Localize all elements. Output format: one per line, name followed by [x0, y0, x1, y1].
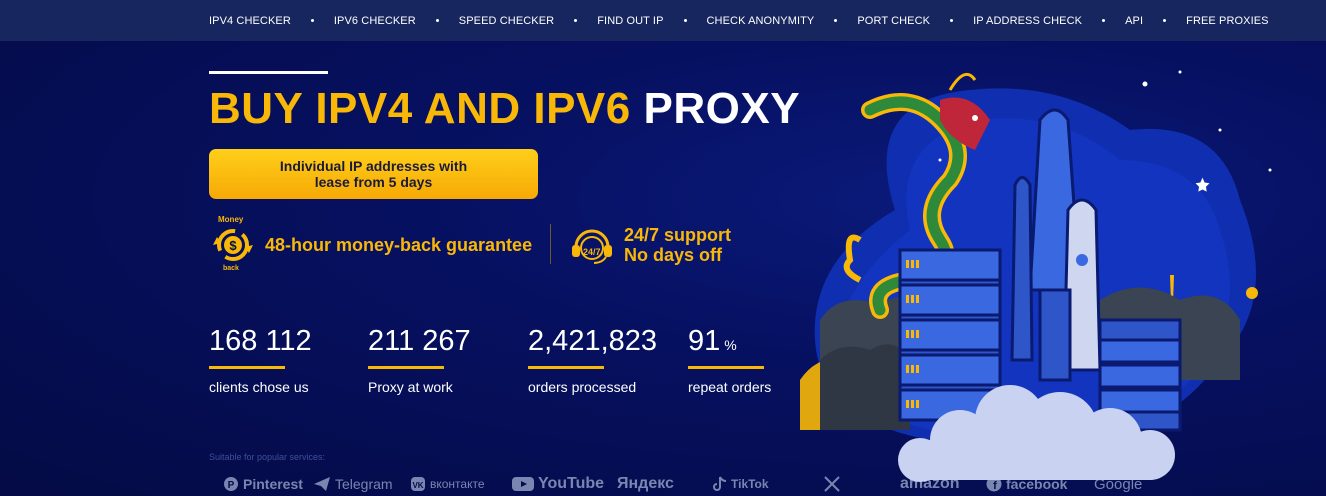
support-feature: 24/7 24/7 support No days off — [568, 222, 731, 267]
nav-separator — [310, 19, 314, 22]
title-accent-bar — [209, 71, 328, 74]
nav-speed-checker[interactable]: SPEED CHECKER — [459, 15, 554, 27]
stat-bar — [688, 366, 764, 369]
svg-text:$: $ — [229, 238, 237, 253]
stat-bar — [209, 366, 285, 369]
feature-divider — [550, 224, 551, 264]
page: IPV4 CHECKER IPV6 CHECKER SPEED CHECKER … — [0, 0, 1326, 496]
stat-orders: 2,421,823 orders processed — [528, 325, 661, 395]
stat-number: 91 — [688, 325, 721, 357]
stat-label: Proxy at work — [368, 379, 453, 395]
services-caption: Suitable for popular services: — [209, 452, 326, 462]
service-yandex: Яндекс — [617, 475, 713, 493]
service-youtube: YouTube — [512, 475, 617, 493]
service-label: вконтакте — [430, 477, 485, 491]
svg-text:VK: VK — [412, 481, 423, 490]
service-label: Яндекс — [617, 475, 674, 492]
money-badge-bottom-text: back — [223, 265, 239, 272]
service-label: YouTube — [538, 475, 605, 492]
stat-label: orders processed — [528, 379, 637, 395]
stat-label: repeat orders — [688, 379, 772, 395]
nav-check-anonymity[interactable]: CHECK ANONYMITY — [707, 15, 815, 27]
title-white-part: PROXY — [643, 84, 801, 133]
money-back-text: 48-hour money-back guarantee — [265, 234, 533, 255]
support-headset-icon: 24/7 — [568, 225, 616, 265]
support-line-1: 24/7 support — [624, 224, 732, 245]
support-text: 24/7 support No days off — [624, 225, 731, 265]
nav-ipv4-checker[interactable]: IPV4 CHECKER — [209, 15, 291, 27]
service-label: TikTok — [731, 477, 769, 491]
service-vk: VK вконтакте — [410, 476, 512, 492]
individual-ip-button[interactable]: Individual IP addresses with lease from … — [209, 149, 538, 199]
stat-value: 91% — [688, 325, 771, 358]
service-telegram: Telegram — [313, 476, 410, 492]
stat-value: 2,421,823 — [528, 325, 661, 358]
nav-separator — [834, 19, 838, 22]
nav-separator — [683, 19, 687, 22]
top-nav: IPV4 CHECKER IPV6 CHECKER SPEED CHECKER … — [0, 0, 1326, 41]
service-pinterest: P Pinterest — [223, 476, 313, 492]
support-badge-text: 24/7 — [583, 246, 601, 257]
nav-find-out-ip[interactable]: FIND OUT IP — [597, 15, 663, 27]
stat-unit: % — [724, 337, 737, 353]
nav-separator — [1163, 19, 1167, 22]
money-badge-top-text: Money — [218, 215, 244, 224]
stat-proxy: 211 267 Proxy at work — [368, 325, 475, 395]
stat-number: 2,421,823 — [528, 325, 658, 357]
nav-separator — [435, 19, 439, 22]
nav-api[interactable]: API — [1125, 15, 1143, 27]
nav-separator — [1102, 19, 1106, 22]
stat-label: clients chose us — [209, 379, 309, 395]
nav-ipv6-checker[interactable]: IPV6 CHECKER — [334, 15, 416, 27]
nav-port-check[interactable]: PORT CHECK — [857, 15, 930, 27]
stat-number: 211 267 — [368, 325, 471, 357]
nav-separator — [950, 19, 954, 22]
youtube-icon — [512, 476, 534, 492]
tiktok-icon — [713, 476, 727, 492]
svg-text:P: P — [228, 480, 235, 491]
money-back-feature: $ Money back 48-hour money-back guarante… — [209, 215, 532, 275]
stat-bar — [368, 366, 444, 369]
nav-free-proxies[interactable]: FREE PROXIES — [1186, 15, 1269, 27]
pinterest-icon: P — [223, 476, 239, 492]
stat-number: 168 112 — [209, 325, 312, 357]
hero-illustration — [800, 70, 1272, 482]
money-back-icon: $ Money back — [209, 215, 257, 275]
stat-value: 168 112 — [209, 325, 316, 358]
stat-value: 211 267 — [368, 325, 475, 358]
stat-clients: 168 112 clients chose us — [209, 325, 316, 395]
service-label: Telegram — [335, 476, 393, 492]
page-title: BUY IPV4 AND IPV6 PROXY — [209, 84, 800, 134]
service-label: Pinterest — [243, 476, 303, 492]
telegram-icon — [313, 476, 331, 492]
nav-ip-address-check[interactable]: IP ADDRESS CHECK — [973, 15, 1082, 27]
stat-repeat: 91% repeat orders — [688, 325, 771, 395]
nav-separator — [574, 19, 578, 22]
vk-icon: VK — [410, 476, 426, 492]
stat-bar — [528, 366, 604, 369]
title-yellow-part: BUY IPV4 AND IPV6 — [209, 84, 631, 133]
support-line-2: No days off — [624, 244, 723, 265]
